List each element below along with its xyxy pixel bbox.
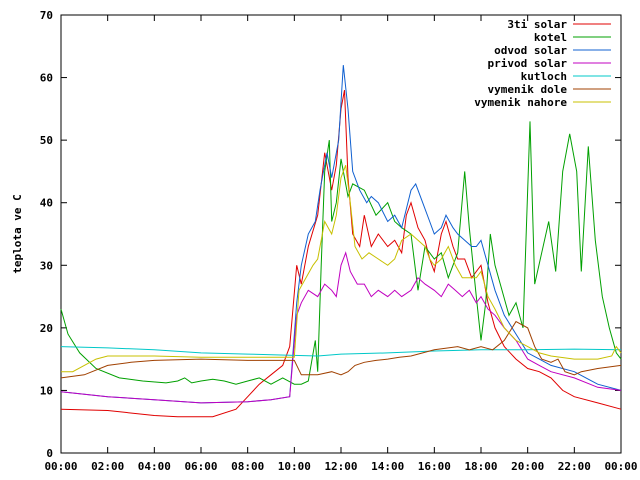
legend: 3ti solarkotelodvod solarprivod solarkut… bbox=[474, 18, 611, 109]
legend-label: vymenik nahore bbox=[474, 96, 567, 109]
legend-label: odvod solar bbox=[494, 44, 567, 57]
x-tick-label: 22:00 bbox=[558, 460, 591, 473]
series-line-kotel bbox=[60, 121, 622, 385]
x-tick-label: 20:00 bbox=[511, 460, 544, 473]
legend-label: 3ti solar bbox=[507, 18, 567, 31]
x-tick-label: 08:00 bbox=[231, 460, 264, 473]
y-tick-label: 20 bbox=[40, 322, 53, 335]
x-tick-label: 10:00 bbox=[278, 460, 311, 473]
x-tick-label: 00:00 bbox=[604, 460, 637, 473]
y-tick-label: 10 bbox=[40, 384, 53, 397]
y-tick-label: 60 bbox=[40, 72, 53, 85]
x-tick-label: 02:00 bbox=[91, 460, 124, 473]
series-group bbox=[60, 65, 622, 418]
series-line-3ti-solar bbox=[60, 90, 622, 418]
x-tick-label: 06:00 bbox=[184, 460, 217, 473]
x-tick-label: 18:00 bbox=[464, 460, 497, 473]
legend-label: kotel bbox=[534, 31, 567, 44]
legend-label: privod solar bbox=[488, 57, 568, 70]
y-tick-label: 50 bbox=[40, 134, 53, 147]
y-tick-label: 0 bbox=[46, 447, 53, 460]
y-axis-title: teplota ve C bbox=[11, 194, 24, 273]
x-tick-label: 12:00 bbox=[324, 460, 357, 473]
x-tick-label: 00:00 bbox=[44, 460, 77, 473]
legend-label: vymenik dole bbox=[488, 83, 568, 96]
y-tick-label: 30 bbox=[40, 259, 53, 272]
series-line-odvod-solar bbox=[60, 65, 622, 404]
line-chart: 0 10 20 30 40 50 60 70 00:00 02:00 04:00 06:00 08:00… bbox=[11, 9, 638, 473]
x-tick-label: 16:00 bbox=[418, 460, 451, 473]
y-tick-label: 40 bbox=[40, 197, 53, 210]
legend-label: kutloch bbox=[521, 70, 567, 83]
x-tick-label: 04:00 bbox=[138, 460, 171, 473]
x-tick-label: 14:00 bbox=[371, 460, 404, 473]
y-tick-label: 70 bbox=[40, 9, 53, 22]
